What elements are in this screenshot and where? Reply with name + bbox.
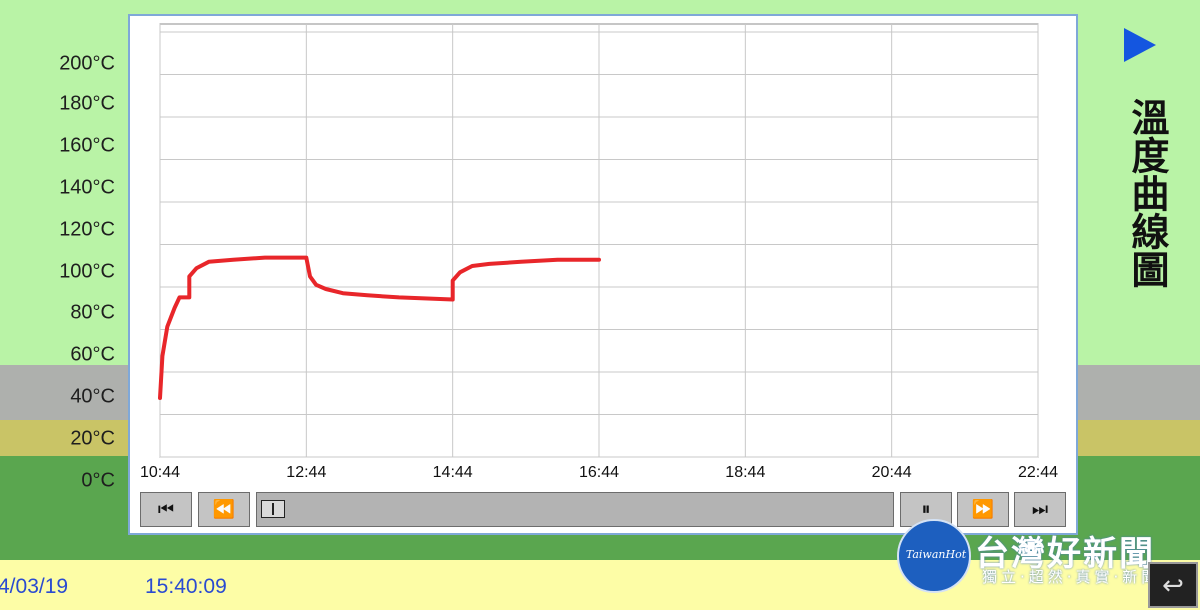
y-tick-label: 0°C: [81, 469, 115, 492]
y-tick-label: 160°C: [59, 134, 115, 157]
back-button[interactable]: ↩: [1148, 562, 1198, 608]
watermark-logo: TaiwanHot: [897, 519, 971, 593]
y-tick-label: 180°C: [59, 92, 115, 115]
temperature-chart: 10:44 12:44 14:44 16:44 18:44 20:44 22:44: [140, 23, 1058, 481]
x-tick-label: 14:44: [433, 464, 473, 481]
x-tick-label: 20:44: [872, 464, 912, 481]
temperature-series-line: [158, 255, 601, 400]
temperature-chart-panel: 10:44 12:44 14:44 16:44 18:44 20:44 22:44 ⏮ ⏪ …: [128, 14, 1078, 535]
rewind-icon: ⏪: [212, 499, 236, 519]
x-tick-label: 12:44: [286, 464, 326, 481]
y-tick-label: 40°C: [70, 385, 115, 408]
skip-to-start-button[interactable]: ⏮: [140, 492, 192, 527]
back-arrow-icon: ↩: [1162, 569, 1184, 600]
skip-to-end-button[interactable]: ⏭: [1014, 492, 1066, 527]
watermark-sub-text: 獨立‧超然‧真實‧新聞: [982, 569, 1161, 586]
y-tick-label: 100°C: [59, 260, 115, 283]
y-tick-label: 120°C: [59, 218, 115, 241]
fast-forward-icon: ⏩: [971, 499, 995, 519]
time-scrollbar[interactable]: [256, 492, 894, 527]
skip-to-start-icon: ⏮: [157, 499, 175, 519]
footer-time: 15:40:09: [145, 575, 227, 598]
page-title: 溫度曲線圖: [1125, 98, 1167, 288]
scrollbar-thumb[interactable]: [261, 500, 285, 518]
skip-to-end-icon: ⏭: [1031, 499, 1049, 519]
x-tick-label: 16:44: [579, 464, 619, 481]
x-tick-label: 18:44: [725, 464, 765, 481]
play-icon[interactable]: [1124, 28, 1156, 62]
y-tick-label: 140°C: [59, 176, 115, 199]
y-tick-label: 80°C: [70, 301, 115, 324]
x-tick-label: 22:44: [1018, 464, 1058, 481]
footer-date: 4/03/19: [0, 575, 69, 598]
watermark-logo-text: TaiwanHot: [905, 548, 967, 561]
x-tick-label: 10:44: [140, 464, 180, 481]
pause-icon: ⏸: [921, 499, 931, 519]
y-tick-label: 60°C: [70, 343, 115, 366]
rewind-button[interactable]: ⏪: [198, 492, 250, 527]
fast-forward-button[interactable]: ⏩: [957, 492, 1009, 527]
y-tick-label: 200°C: [59, 52, 115, 75]
y-tick-label: 20°C: [70, 427, 115, 450]
y-axis-labels: 0°C 20°C 40°C 60°C 80°C 100°C 120°C 140°C 160°C 1…: [0, 0, 125, 560]
